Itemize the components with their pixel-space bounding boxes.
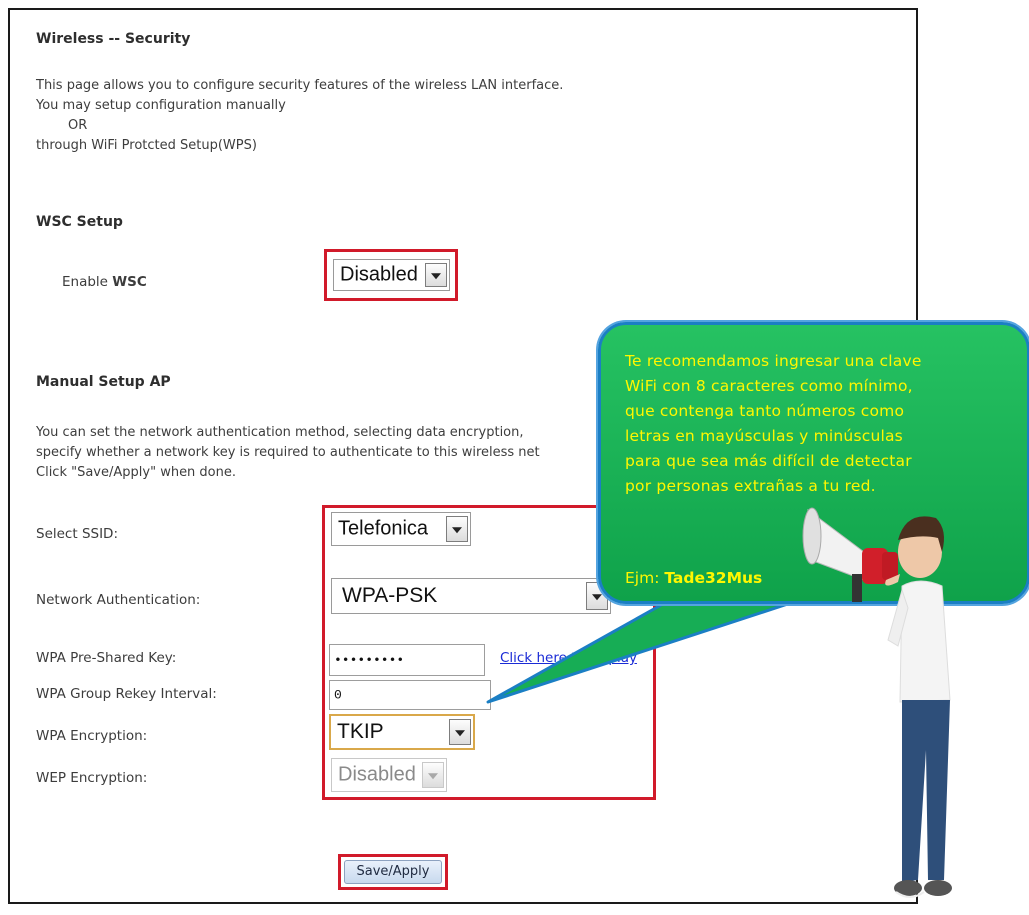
wep-select: Disabled	[331, 758, 447, 792]
chevron-down-icon[interactable]	[449, 719, 471, 745]
page-intro: This page allows you to configure securi…	[36, 76, 563, 156]
encryption-label: WPA Encryption:	[36, 728, 148, 744]
intro-line: OR	[68, 118, 88, 133]
intro-line: This page allows you to configure securi…	[36, 78, 564, 93]
ssid-select[interactable]: Telefonica	[331, 512, 471, 546]
page-title: Wireless -- Security	[36, 31, 191, 47]
desc-line: Click "Save/Apply" when done.	[36, 465, 237, 480]
intro-line: You may setup configuration manually	[36, 98, 286, 113]
intro-line: through WiFi Protcted Setup(WPS)	[36, 138, 257, 153]
person-illustration	[802, 507, 952, 898]
desc-line: You can set the network authentication m…	[36, 425, 524, 440]
save-apply-button[interactable]: Save/Apply	[344, 860, 442, 884]
manual-section-title: Manual Setup AP	[36, 374, 171, 390]
encryption-select[interactable]: TKIP	[329, 714, 475, 750]
wsc-section-title: WSC Setup	[36, 214, 123, 230]
chevron-down-icon[interactable]	[446, 516, 468, 542]
auth-label: Network Authentication:	[36, 592, 201, 608]
tip-example: Ejm: Tade32Mus	[625, 569, 763, 587]
chevron-down-icon[interactable]	[425, 263, 447, 287]
psk-label: WPA Pre-Shared Key:	[36, 650, 177, 666]
rekey-input[interactable]: 0	[329, 680, 491, 710]
rekey-label: WPA Group Rekey Interval:	[36, 686, 217, 702]
ssid-label: Select SSID:	[36, 526, 119, 542]
enable-wsc-label: Enable WSC	[62, 274, 147, 290]
desc-line: specify whether a network key is require…	[36, 445, 540, 460]
tip-text: Te recomendamos ingresar una clave WiFi …	[625, 352, 922, 495]
megaphone-icon	[802, 507, 898, 602]
manual-description: You can set the network authentication m…	[36, 423, 540, 483]
psk-input[interactable]: •••••••••	[329, 644, 485, 676]
chevron-down-icon	[422, 762, 444, 788]
enable-wsc-select[interactable]: Disabled	[333, 259, 450, 291]
wep-label: WEP Encryption:	[36, 770, 148, 786]
